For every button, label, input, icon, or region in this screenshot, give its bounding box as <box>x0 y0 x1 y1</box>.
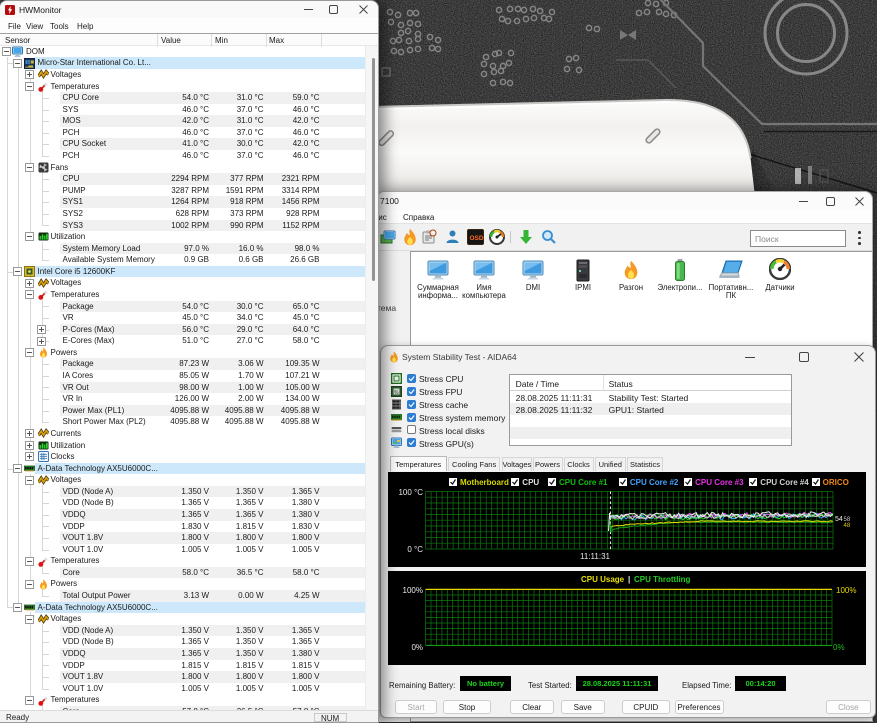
svg-text:%: % <box>394 390 399 396</box>
